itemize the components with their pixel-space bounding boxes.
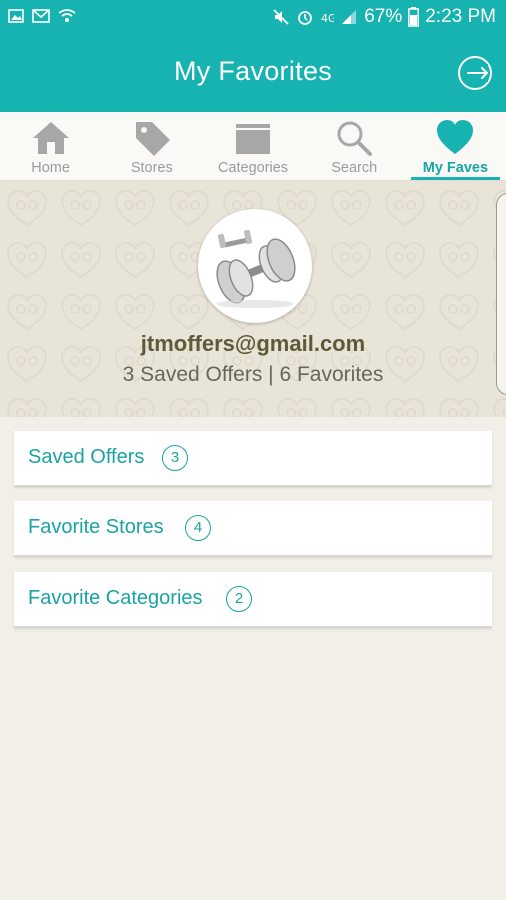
avatar[interactable] xyxy=(198,209,312,323)
logout-icon[interactable] xyxy=(456,54,494,92)
tab-my-faves[interactable]: My Faves xyxy=(405,112,506,180)
tab-home-label: Home xyxy=(31,160,70,176)
home-icon xyxy=(32,122,69,154)
wifi-icon xyxy=(58,9,76,22)
data-icon: 4G xyxy=(321,12,334,25)
saved-offers-row[interactable]: Saved Offers 3 xyxy=(14,431,492,486)
user-email: jtmoffers@gmail.com xyxy=(140,331,366,356)
search-icon xyxy=(337,121,373,156)
clock: 2:23 PM xyxy=(425,6,496,27)
app-bar: My Favorites xyxy=(0,34,506,112)
signal-icon xyxy=(342,10,357,24)
tab-stores[interactable]: Stores xyxy=(101,112,202,180)
page-title: My Favorites xyxy=(173,56,333,86)
tag-icon xyxy=(135,122,170,156)
favorite-stores-count: 4 xyxy=(185,515,211,541)
mute-icon xyxy=(273,9,289,25)
tab-categories-label: Categories xyxy=(217,160,289,176)
alarm-icon xyxy=(298,11,313,25)
image-icon xyxy=(8,9,24,23)
favorite-categories-label: Favorite Categories xyxy=(28,587,203,609)
heart-icon xyxy=(437,120,474,154)
tab-home[interactable]: Home xyxy=(0,112,101,180)
battery-icon xyxy=(408,7,420,27)
tab-search-label: Search xyxy=(331,160,378,176)
favorite-categories-row[interactable]: Favorite Categories 2 xyxy=(14,572,492,627)
favorites-summary: 3 Saved Offers | 6 Favorites xyxy=(122,363,384,386)
tab-categories[interactable]: Categories xyxy=(202,112,303,180)
folder-icon xyxy=(236,124,270,154)
dumbbells-image xyxy=(201,212,309,320)
favorite-categories-count: 2 xyxy=(226,586,252,612)
tab-my-faves-label: My Faves xyxy=(422,160,489,176)
side-drawer-handle[interactable] xyxy=(496,193,506,395)
tab-bar: Home Stores Categories Search My Faves xyxy=(0,112,506,181)
saved-offers-label: Saved Offers xyxy=(28,446,145,468)
battery-percent: 67% xyxy=(364,6,403,27)
tab-stores-label: Stores xyxy=(130,160,173,176)
tab-search[interactable]: Search xyxy=(304,112,405,180)
status-bar: 4G 67% 2:23 PM xyxy=(0,0,506,34)
favorite-stores-row[interactable]: Favorite Stores 4 xyxy=(14,501,492,556)
profile-header: jtmoffers@gmail.com 3 Saved Offers | 6 F… xyxy=(0,181,506,417)
gmail-icon xyxy=(32,9,50,23)
svg-text:4G: 4G xyxy=(321,12,334,25)
saved-offers-count: 3 xyxy=(162,445,188,471)
favorite-stores-label: Favorite Stores xyxy=(28,516,164,538)
